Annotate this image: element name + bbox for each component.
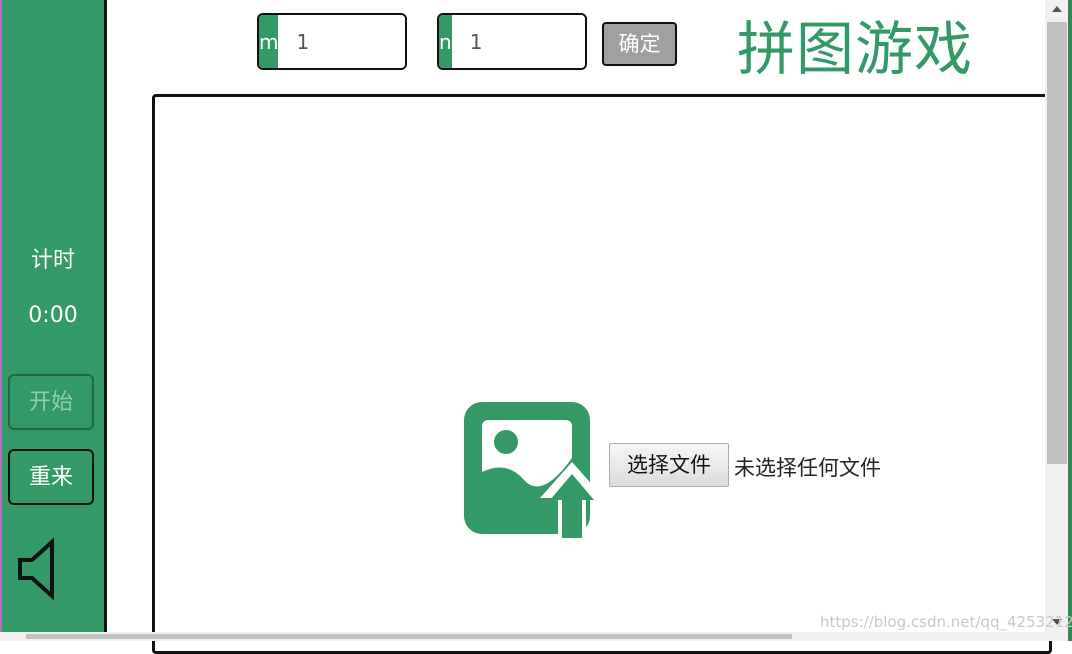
restart-button[interactable]: 重来: [8, 449, 94, 505]
confirm-button[interactable]: 确定: [602, 22, 677, 66]
m-size-field: m: [257, 13, 407, 70]
timer-label: 计时: [30, 248, 75, 273]
vertical-scroll-thumb[interactable]: [1047, 22, 1067, 464]
file-status: 未选择任何文件: [734, 456, 881, 480]
timer-value: 0:00: [28, 303, 78, 328]
window-edge-right: [1068, 0, 1072, 641]
watermark: https://blog.csdn.net/qq_4253212: [820, 613, 1072, 631]
start-button[interactable]: 开始: [8, 374, 94, 430]
n-size-field: n: [437, 13, 587, 70]
m-input[interactable]: [278, 15, 405, 68]
horizontal-scroll-thumb[interactable]: [26, 634, 792, 639]
puzzle-board[interactable]: [152, 94, 1052, 654]
scroll-up-icon[interactable]: [1052, 6, 1062, 12]
speaker-muted-icon[interactable]: [16, 538, 60, 600]
m-label: m: [259, 15, 279, 68]
choose-file-button[interactable]: 选择文件: [609, 443, 729, 487]
image-upload-icon[interactable]: [462, 400, 602, 545]
top-toolbar: m n 确定 拼图游戏: [107, 0, 1045, 90]
horizontal-scrollbar[interactable]: [0, 632, 1045, 641]
n-label: n: [439, 15, 452, 68]
sidebar: 计时 0:00 开始 重来: [2, 0, 107, 641]
game-title: 拼图游戏: [737, 15, 974, 83]
n-input[interactable]: [451, 15, 585, 68]
